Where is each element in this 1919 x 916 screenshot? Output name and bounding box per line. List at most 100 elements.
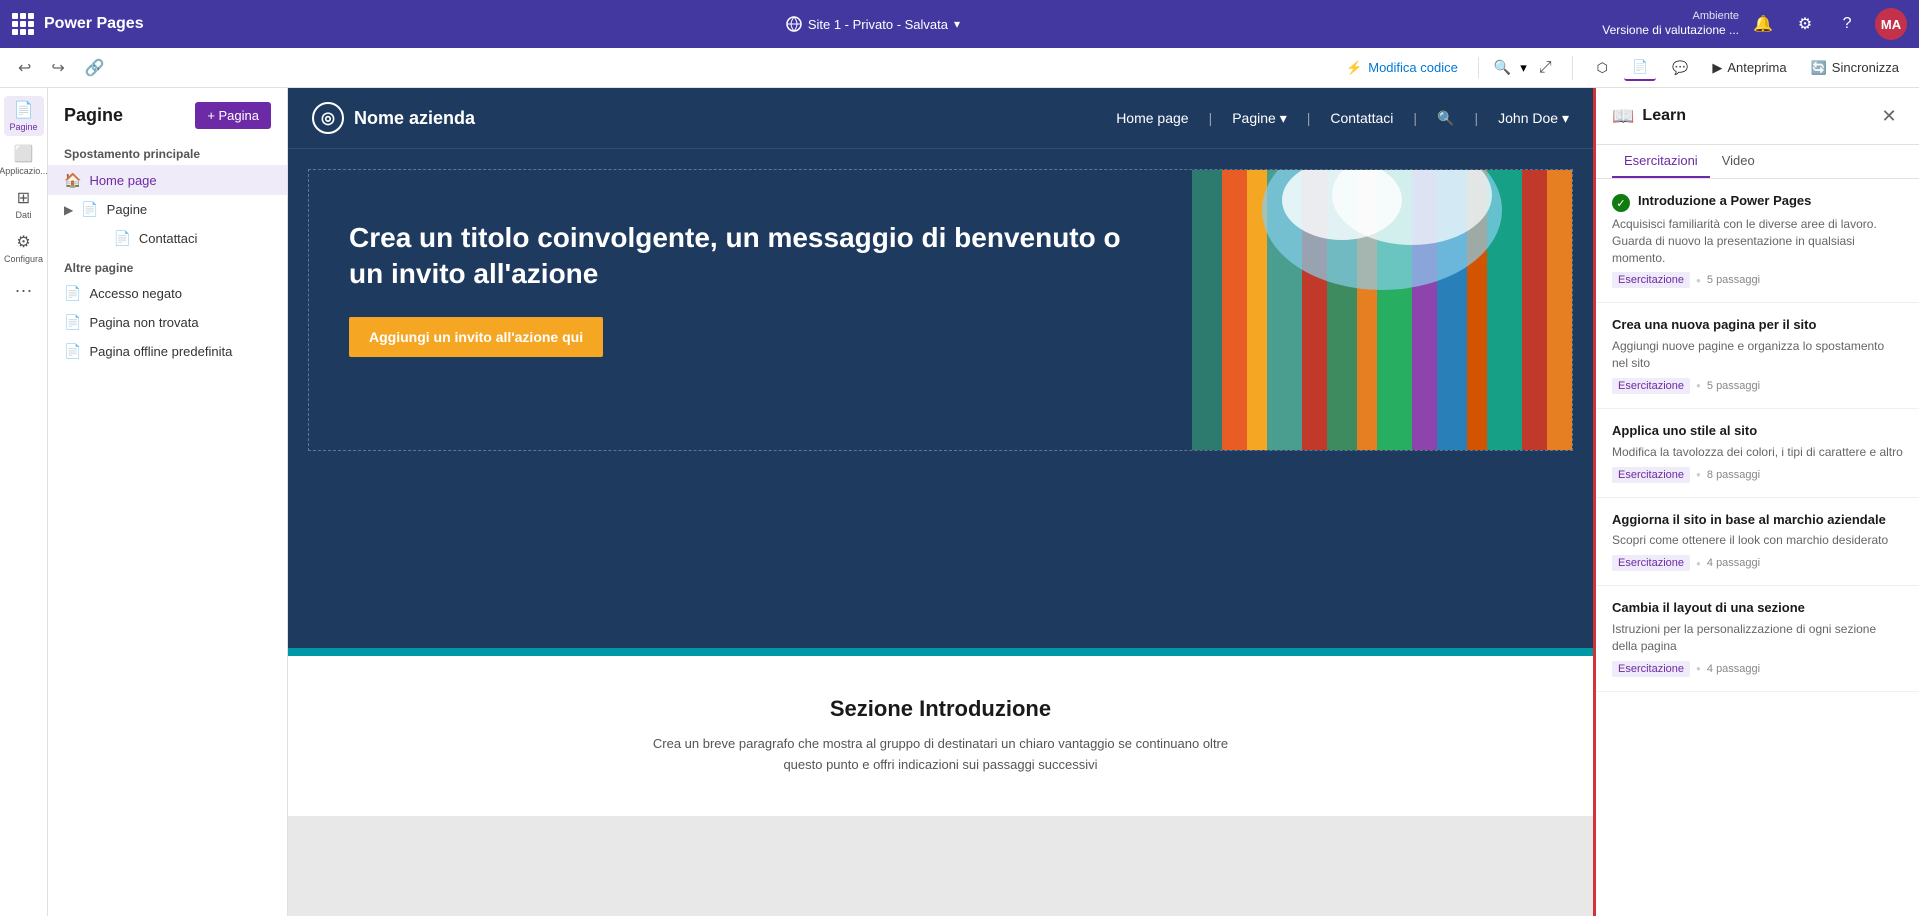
data-nav-icon: ⊞ [17, 188, 30, 208]
edit-code-button[interactable]: ⚡ Modifica codice [1338, 56, 1466, 80]
site-nav-contattaci[interactable]: Contattaci [1330, 110, 1393, 126]
zoom-section: 🔍 ▾ [1478, 57, 1527, 78]
nav-pages[interactable]: 📄 Pagine [4, 96, 44, 136]
site-nav-search[interactable]: 🔍 [1437, 110, 1454, 127]
learn-item-2[interactable]: Crea una nuova pagina per il sito Aggiun… [1596, 303, 1919, 408]
app-grid-icon[interactable] [12, 13, 34, 35]
learn-item-4-desc: Scopri come ottenere il look con marchio… [1612, 532, 1903, 549]
learn-item-4[interactable]: Aggiorna il sito in base al marchio azie… [1596, 498, 1919, 587]
nav-configure[interactable]: ⚙ Configura [4, 228, 44, 268]
link-button[interactable]: 🔗 [79, 54, 111, 82]
nav-more[interactable]: ··· [15, 280, 33, 301]
pages-icon: 📄 [1632, 59, 1648, 75]
environment-info: Ambiente Versione di valutazione ... [1602, 9, 1739, 39]
home-icon: 🏠 [64, 172, 81, 189]
sidebar-item-contattaci[interactable]: 📄 📄 Contattaci [48, 224, 287, 253]
site-logo: ◎ Nome azienda [312, 102, 475, 134]
help-icon[interactable]: ? [1833, 10, 1861, 38]
learn-item-1[interactable]: ✓ Introduzione a Power Pages Acquisisci … [1596, 179, 1919, 303]
share-icon: ⬡ [1597, 60, 1608, 76]
sidebar-item-pagina-non-trovata[interactable]: 📄 Pagina non trovata [48, 308, 287, 337]
logo-circle: ◎ [312, 102, 344, 134]
learn-item-3-steps: 8 passaggi [1707, 469, 1760, 481]
learn-tabs: Esercitazioni Video [1596, 145, 1919, 179]
sidebar-item-accesso-negato[interactable]: 📄 Accesso negato [48, 279, 287, 308]
learn-item-2-title: Crea una nuova pagina per il sito [1612, 317, 1816, 334]
learn-item-5-steps: 4 passaggi [1707, 663, 1760, 675]
completion-check-1: ✓ [1612, 194, 1630, 212]
hero-title: Crea un titolo coinvolgente, un messaggi… [349, 220, 1152, 293]
learn-items-list: ✓ Introduzione a Power Pages Acquisisci … [1596, 179, 1919, 916]
sidebar-title: Pagine [64, 105, 123, 126]
learn-item-2-steps: 5 passaggi [1707, 380, 1760, 392]
learn-item-3-header: Applica uno stile al sito [1612, 423, 1903, 440]
learn-item-1-title: Introduzione a Power Pages [1638, 193, 1811, 210]
comments-button[interactable]: 💬 [1664, 56, 1696, 80]
sidebar-header: Pagine + Pagina [48, 88, 287, 139]
nav-applications[interactable]: ⬜ Applicazio... [4, 140, 44, 180]
book-icon: 📖 [1612, 106, 1634, 127]
site-name-label[interactable]: Site 1 - Privato - Salvata [808, 17, 948, 32]
add-page-button[interactable]: + Pagina [195, 102, 271, 129]
expand-arrow[interactable]: ▶ [64, 203, 73, 217]
learn-item-2-meta: Esercitazione ● 5 passaggi [1612, 378, 1903, 394]
hero-cta-button[interactable]: Aggiungi un invito all'azione qui [349, 317, 603, 357]
hero-section: Crea un titolo coinvolgente, un messaggi… [308, 169, 1573, 451]
learn-item-5-header: Cambia il layout di una sezione [1612, 600, 1903, 617]
applications-nav-icon: ⬜ [14, 144, 34, 164]
learn-item-3[interactable]: Applica uno stile al sito Modifica la ta… [1596, 409, 1919, 498]
comments-icon: 💬 [1672, 60, 1688, 76]
redo-button[interactable]: ↪ [45, 54, 70, 82]
share-button[interactable]: ⬡ [1589, 56, 1616, 80]
learn-item-4-title: Aggiorna il sito in base al marchio azie… [1612, 512, 1886, 529]
hero-text: Crea un titolo coinvolgente, un messaggi… [309, 170, 1192, 450]
learn-item-3-desc: Modifica la tavolozza dei colori, i tipi… [1612, 444, 1903, 461]
preview-button[interactable]: ▶ Anteprima [1704, 56, 1794, 80]
site-navigation: Home page | Pagine ▾ | Contattaci | 🔍 | … [1116, 110, 1569, 127]
site-nav-homepage[interactable]: Home page [1116, 110, 1188, 126]
top-right-icons: 🔔 ⚙ ? MA [1749, 8, 1907, 40]
sidebar-item-pagina-offline[interactable]: 📄 Pagina offline predefinita [48, 337, 287, 366]
learn-panel-header: 📖 Learn ✕ [1596, 88, 1919, 145]
intro-title: Sezione Introduzione [312, 696, 1569, 722]
settings-icon[interactable]: ⚙ [1791, 10, 1819, 38]
code-icon: ⚡ [1346, 60, 1362, 76]
configure-nav-icon: ⚙ [16, 232, 30, 252]
avatar[interactable]: MA [1875, 8, 1907, 40]
undo-button[interactable]: ↩ [12, 54, 37, 82]
zoom-arrow[interactable]: ▾ [1520, 60, 1527, 76]
other-pages-label: Altre pagine [48, 253, 287, 279]
site-nav-johndoe[interactable]: John Doe ▾ [1498, 110, 1569, 127]
site-topbar: ◎ Nome azienda Home page | Pagine ▾ | Co… [288, 88, 1593, 149]
site-nav-pagine[interactable]: Pagine ▾ [1232, 110, 1287, 127]
learn-item-3-title: Applica uno stile al sito [1612, 423, 1757, 440]
learn-panel-title: 📖 Learn [1612, 106, 1686, 127]
learn-item-4-steps: 4 passaggi [1707, 557, 1760, 569]
site-info: Site 1 - Privato - Salvata ▾ [786, 16, 960, 32]
pages-tab-button[interactable]: 📄 [1624, 55, 1656, 81]
top-navigation: Power Pages Site 1 - Privato - Salvata ▾… [0, 0, 1919, 48]
notification-icon[interactable]: 🔔 [1749, 10, 1777, 38]
learn-item-1-badge: Esercitazione [1612, 272, 1690, 288]
sync-icon: 🔄 [1811, 60, 1827, 76]
tab-exercises[interactable]: Esercitazioni [1612, 145, 1710, 178]
learn-item-1-desc: Acquisisci familiarità con le diverse ar… [1612, 216, 1903, 266]
sync-button[interactable]: 🔄 Sincronizza [1803, 56, 1907, 80]
expand-button[interactable]: ⤢ [1535, 55, 1556, 81]
sidebar-item-homepage[interactable]: 🏠 Home page ··· [48, 165, 287, 195]
content-area: ◎ Nome azienda Home page | Pagine ▾ | Co… [288, 88, 1593, 916]
learn-item-2-badge: Esercitazione [1612, 378, 1690, 394]
tab-video[interactable]: Video [1710, 145, 1767, 178]
learn-item-3-meta: Esercitazione ● 8 passaggi [1612, 467, 1903, 483]
zoom-button[interactable]: 🔍 [1489, 57, 1516, 78]
learn-item-2-header: Crea una nuova pagina per il sito [1612, 317, 1903, 334]
learn-item-5[interactable]: Cambia il layout di una sezione Istruzio… [1596, 586, 1919, 691]
learn-item-1-steps: 5 passaggi [1707, 274, 1760, 286]
learn-panel-close-button[interactable]: ✕ [1875, 102, 1903, 130]
dropdown-arrow[interactable]: ▾ [954, 17, 960, 31]
nav-data[interactable]: ⊞ Dati [4, 184, 44, 224]
sidebar-item-pagine[interactable]: ▶ 📄 Pagine [48, 195, 287, 224]
learn-item-5-title: Cambia il layout di una sezione [1612, 600, 1805, 617]
pages-nav-icon: 📄 [14, 100, 34, 120]
left-nav: 📄 Pagine ⬜ Applicazio... ⊞ Dati ⚙ Config… [0, 88, 48, 916]
